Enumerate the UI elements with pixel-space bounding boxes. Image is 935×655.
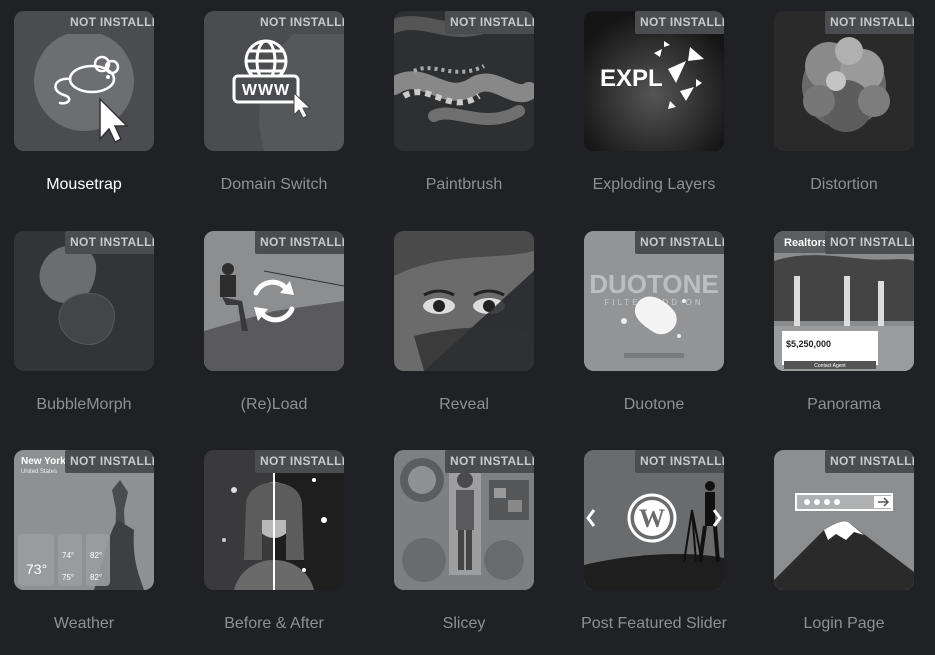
addon-label: Before & After xyxy=(224,615,324,632)
svg-text:82°: 82° xyxy=(90,573,102,582)
addon-card-bubblemorph[interactable]: NOT INSTALLED BubbleMorph xyxy=(0,231,190,441)
addon-label: Weather xyxy=(53,615,115,632)
addon-label: Duotone xyxy=(623,396,685,413)
addon-label: Post Featured Slider xyxy=(581,615,727,632)
addon-card-reload[interactable]: NOT INSTALLED (Re)Load xyxy=(190,231,380,441)
svg-text:82°: 82° xyxy=(90,551,102,560)
exploding-layers-thumbnail: EXPL NOT INSTALLED xyxy=(584,11,724,151)
not-installed-badge: NOT INSTALLED xyxy=(254,231,344,254)
svg-text:WWW: WWW xyxy=(242,82,290,99)
svg-text:75°: 75° xyxy=(62,573,74,582)
addon-card-post-featured-slider[interactable]: W NOT INSTALLED Post Featured Slider xyxy=(570,450,760,655)
addon-label: BubbleMorph xyxy=(36,396,132,413)
not-installed-badge: NOT INSTALLED xyxy=(824,450,914,473)
domain-switch-thumbnail: WWW NOT INSTALLED xyxy=(204,11,344,151)
slicey-thumbnail: NOT INSTALLED xyxy=(394,450,534,590)
addon-grid: NOT INSTALLED Mousetrap WWW NOT INSTALLE… xyxy=(0,0,935,655)
mousetrap-thumbnail: NOT INSTALLED xyxy=(14,11,154,151)
not-installed-badge: NOT INSTALLED xyxy=(254,450,344,473)
not-installed-badge: NOT INSTALLED xyxy=(444,11,534,34)
addon-label: Slicey xyxy=(442,615,486,632)
post-featured-slider-thumbnail: W NOT INSTALLED xyxy=(584,450,724,590)
addon-card-duotone[interactable]: DUOTONE FILTER ADD-ON NOT INSTALLED Duot… xyxy=(570,231,760,441)
addon-label: Panorama xyxy=(807,396,881,413)
svg-text:$5,250,000: $5,250,000 xyxy=(786,339,831,349)
addon-card-mousetrap[interactable]: NOT INSTALLED Mousetrap xyxy=(0,11,190,221)
svg-text:Contact Agent: Contact Agent xyxy=(814,363,846,369)
addon-card-before-after[interactable]: NOT INSTALLED Before & After xyxy=(190,450,380,655)
reload-thumbnail: NOT INSTALLED xyxy=(204,231,344,371)
not-installed-badge: NOT INSTALLED xyxy=(634,450,724,473)
not-installed-badge: NOT INSTALLED xyxy=(824,11,914,34)
addon-label: Mousetrap xyxy=(46,176,122,193)
addon-label: Exploding Layers xyxy=(592,176,716,193)
addon-label: Reveal xyxy=(439,396,489,413)
svg-text:New York: New York xyxy=(21,456,66,467)
addon-card-panorama[interactable]: Realtors $5,250,000 Contact Agent NOT IN… xyxy=(760,231,935,441)
reveal-thumbnail xyxy=(394,231,534,371)
not-installed-badge: NOT INSTALLED xyxy=(64,231,154,254)
addon-card-exploding-layers[interactable]: EXPL NOT INSTALLED Exploding Layers xyxy=(570,11,760,221)
addon-card-distortion[interactable]: NOT INSTALLED Distortion xyxy=(760,11,935,221)
addon-card-weather[interactable]: New York United States 73° 74° 75° 82° 8… xyxy=(0,450,190,655)
addon-label: Distortion xyxy=(810,176,878,193)
bubblemorph-thumbnail: NOT INSTALLED xyxy=(14,231,154,371)
distortion-thumbnail: NOT INSTALLED xyxy=(774,11,914,151)
paintbrush-thumbnail: NOT INSTALLED xyxy=(394,11,534,151)
addon-card-paintbrush[interactable]: NOT INSTALLED Paintbrush xyxy=(380,11,570,221)
before-after-thumbnail: NOT INSTALLED xyxy=(204,450,344,590)
not-installed-badge: NOT INSTALLED xyxy=(254,11,344,34)
svg-text:DUOTONE: DUOTONE xyxy=(589,269,719,299)
duotone-thumbnail: DUOTONE FILTER ADD-ON NOT INSTALLED xyxy=(584,231,724,371)
addon-card-reveal[interactable]: Reveal xyxy=(380,231,570,441)
panorama-thumbnail: Realtors $5,250,000 Contact Agent NOT IN… xyxy=(774,231,914,371)
svg-text:United States: United States xyxy=(21,469,57,475)
addon-label: Domain Switch xyxy=(220,176,328,193)
svg-text:73°: 73° xyxy=(26,561,47,577)
not-installed-badge: NOT INSTALLED xyxy=(634,11,724,34)
addon-label: Paintbrush xyxy=(425,176,503,193)
login-page-thumbnail: NOT INSTALLED xyxy=(774,450,914,590)
weather-thumbnail: New York United States 73° 74° 75° 82° 8… xyxy=(14,450,154,590)
addon-card-slicey[interactable]: NOT INSTALLED Slicey xyxy=(380,450,570,655)
not-installed-badge: NOT INSTALLED xyxy=(444,450,534,473)
svg-text:74°: 74° xyxy=(62,551,74,560)
addon-label: Login Page xyxy=(803,615,885,632)
addon-label: (Re)Load xyxy=(240,396,308,413)
svg-text:EXPL: EXPL xyxy=(600,65,663,92)
not-installed-badge: NOT INSTALLED xyxy=(64,450,154,473)
addon-card-domain-switch[interactable]: WWW NOT INSTALLED Domain Switch xyxy=(190,11,380,221)
addon-card-login-page[interactable]: NOT INSTALLED Login Page xyxy=(760,450,935,655)
svg-text:Realtors: Realtors xyxy=(784,237,828,249)
eyes-image xyxy=(394,231,534,371)
svg-text:W: W xyxy=(639,504,665,533)
not-installed-badge: NOT INSTALLED xyxy=(64,11,154,34)
not-installed-badge: NOT INSTALLED xyxy=(634,231,724,254)
not-installed-badge: NOT INSTALLED xyxy=(824,231,914,254)
